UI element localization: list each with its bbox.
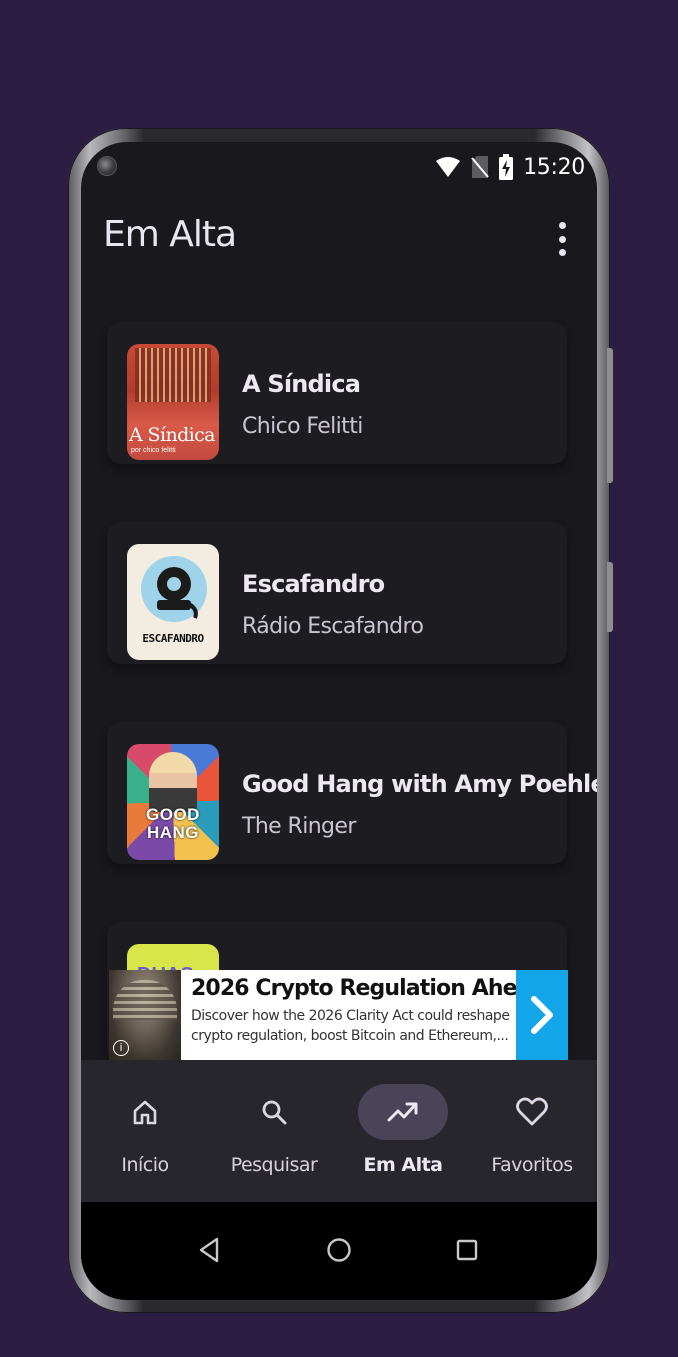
nav-pill bbox=[229, 1084, 319, 1140]
ad-open-button[interactable] bbox=[516, 970, 568, 1060]
cover-title: ESCAFANDRO bbox=[142, 632, 204, 645]
podcast-card[interactable]: A Síndica por chico felitti A Síndica Ch… bbox=[107, 322, 567, 464]
nav-item-inicio[interactable]: Início bbox=[85, 1084, 205, 1184]
volume-button bbox=[607, 562, 613, 632]
nav-label: Pesquisar bbox=[230, 1154, 318, 1176]
heart-icon bbox=[516, 1097, 548, 1126]
podcast-author: Rádio Escafandro bbox=[242, 614, 424, 639]
power-button bbox=[607, 348, 613, 483]
back-button[interactable] bbox=[189, 1230, 229, 1270]
podcast-title: Escafandro bbox=[242, 570, 385, 598]
no-sim-icon bbox=[471, 156, 489, 178]
nav-pill bbox=[487, 1084, 577, 1140]
diving-helmet-icon bbox=[157, 567, 198, 619]
recents-button[interactable] bbox=[447, 1230, 487, 1270]
cover-title: GOOD HANG bbox=[146, 805, 200, 842]
cover-building bbox=[135, 348, 211, 402]
nav-label: Início bbox=[121, 1154, 169, 1176]
cover-subtitle: por chico felitti bbox=[131, 447, 176, 454]
ad-image: i bbox=[109, 970, 181, 1060]
battery-charging-icon bbox=[499, 154, 514, 180]
front-camera bbox=[97, 156, 117, 176]
ad-banner[interactable]: i 2026 Crypto Regulation Ahead Discover … bbox=[109, 970, 568, 1060]
cover-host-photo bbox=[149, 752, 197, 812]
podcast-cover-escafandro: ESCAFANDRO bbox=[127, 544, 219, 660]
podcast-cover-a-sindica: A Síndica por chico felitti bbox=[127, 344, 219, 460]
status-time: 15:20 bbox=[523, 154, 585, 180]
ad-info-icon[interactable]: i bbox=[113, 1040, 129, 1056]
back-triangle-icon bbox=[199, 1237, 219, 1263]
more-options-icon[interactable] bbox=[557, 222, 567, 256]
cover-title: A Síndica bbox=[129, 424, 216, 446]
home-icon bbox=[133, 1100, 157, 1125]
chevron-right-icon bbox=[531, 996, 553, 1034]
podcast-title: A Síndica bbox=[242, 370, 361, 398]
search-icon bbox=[262, 1100, 287, 1125]
trending-icon bbox=[387, 1102, 418, 1122]
ad-description: Discover how the 2026 Clarity Act could … bbox=[191, 1008, 510, 1044]
recents-square-icon bbox=[456, 1239, 478, 1261]
nav-label: Favoritos bbox=[491, 1154, 573, 1176]
ad-image-rows bbox=[113, 980, 177, 1020]
podcast-cover-good-hang: GOOD HANG bbox=[127, 744, 219, 860]
home-circle-icon bbox=[327, 1238, 351, 1262]
nav-pill-active bbox=[358, 1084, 448, 1140]
wifi-icon bbox=[436, 157, 461, 177]
phone-screen: 15:20 Em Alta A Síndica por chico felitt… bbox=[81, 142, 597, 1300]
nav-item-em-alta[interactable]: Em Alta bbox=[343, 1084, 463, 1184]
nav-label: Em Alta bbox=[363, 1154, 443, 1176]
system-navigation-bar bbox=[81, 1202, 597, 1300]
podcast-card[interactable]: ESCAFANDRO Escafandro Rádio Escafandro bbox=[107, 522, 567, 664]
nav-pill bbox=[100, 1084, 190, 1140]
ad-title: 2026 Crypto Regulation Ahead bbox=[191, 976, 546, 1001]
podcast-author: Chico Felitti bbox=[242, 414, 363, 439]
page-title: Em Alta bbox=[103, 214, 237, 255]
podcast-title: Good Hang with Amy Poehler bbox=[242, 770, 597, 798]
nav-item-favoritos[interactable]: Favoritos bbox=[472, 1084, 592, 1184]
podcast-author: The Ringer bbox=[242, 814, 356, 839]
bottom-navigation: Início Pesquisar Em Alta Favoritos bbox=[81, 1060, 597, 1202]
home-button[interactable] bbox=[319, 1230, 359, 1270]
status-bar: 15:20 bbox=[435, 152, 585, 182]
podcast-card[interactable]: GOOD HANG Good Hang with Amy Poehler The… bbox=[107, 722, 597, 864]
nav-item-pesquisar[interactable]: Pesquisar bbox=[214, 1084, 334, 1184]
